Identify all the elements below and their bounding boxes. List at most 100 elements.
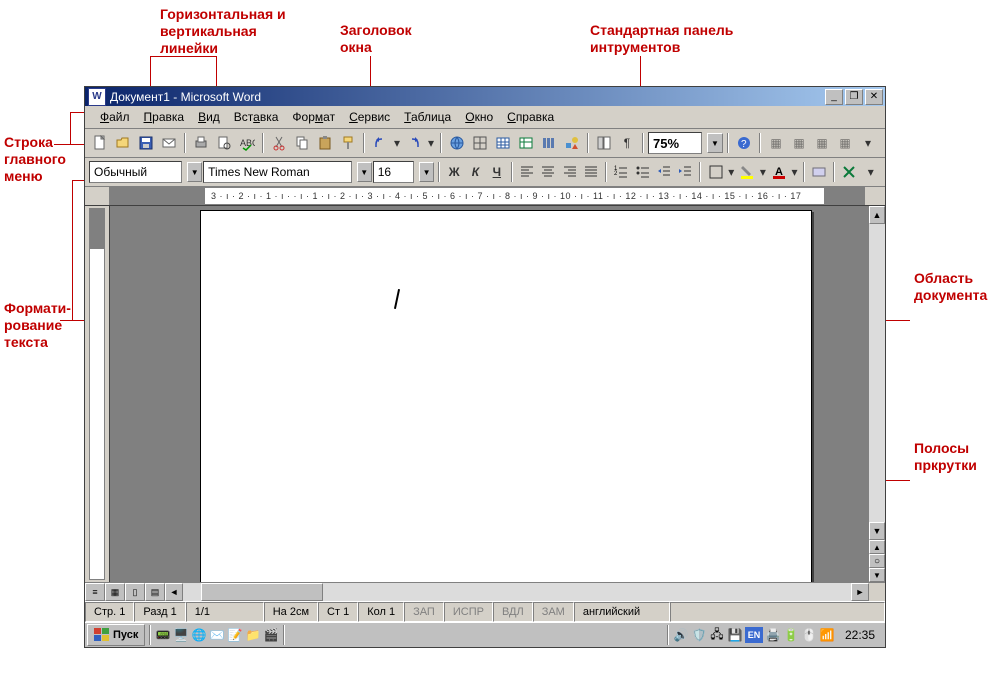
increase-indent-icon[interactable] — [675, 161, 695, 183]
minimize-button[interactable]: _ — [825, 89, 843, 105]
menu-table[interactable]: Таблица — [397, 108, 458, 126]
tray-icon-1[interactable]: 🔊 — [673, 627, 689, 643]
status-language[interactable]: английский — [574, 602, 671, 622]
status-trk[interactable]: ИСПР — [444, 602, 493, 622]
numbering-icon[interactable]: 12 — [611, 161, 631, 183]
borders-icon[interactable] — [705, 161, 725, 183]
zoom-dropdown-icon[interactable]: ▼ — [707, 133, 723, 153]
doc-map-icon[interactable] — [593, 132, 615, 154]
highlight-icon[interactable] — [737, 161, 757, 183]
align-center-icon[interactable] — [538, 161, 558, 183]
tray-clock[interactable]: 22:35 — [837, 628, 883, 642]
hscroll-thumb[interactable] — [201, 583, 323, 601]
menu-edit[interactable]: Правка — [137, 108, 192, 126]
view-print-icon[interactable]: ▯ — [125, 583, 145, 601]
decrease-indent-icon[interactable] — [654, 161, 674, 183]
menu-window[interactable]: Окно — [458, 108, 500, 126]
status-rec[interactable]: ЗАП — [404, 602, 444, 622]
tray-icon-4[interactable]: 💾 — [727, 627, 743, 643]
view-outline-icon[interactable]: ▤ — [145, 583, 165, 601]
scroll-left-icon[interactable]: ◄ — [165, 583, 183, 601]
font-combo[interactable]: Times New Roman — [203, 161, 352, 183]
highlight-dropdown-icon[interactable]: ▾ — [758, 161, 767, 183]
extra-fmt-icon-1[interactable] — [809, 161, 829, 183]
align-left-icon[interactable] — [517, 161, 537, 183]
paste-icon[interactable] — [314, 132, 336, 154]
fontsize-dropdown-icon[interactable]: ▼ — [419, 162, 434, 182]
help-icon[interactable]: ? — [733, 132, 755, 154]
italic-button[interactable]: К — [465, 161, 485, 183]
tray-icon-6[interactable]: 🔋 — [783, 627, 799, 643]
redo-dropdown-icon[interactable]: ▾ — [426, 132, 436, 154]
cut-icon[interactable] — [268, 132, 290, 154]
fontsize-combo[interactable]: 16 — [373, 161, 414, 183]
language-indicator[interactable]: EN — [745, 627, 763, 643]
document-page[interactable] — [200, 210, 812, 582]
undo-dropdown-icon[interactable]: ▾ — [392, 132, 402, 154]
toolbar-options-icon[interactable]: ▾ — [857, 132, 879, 154]
style-combo[interactable]: Обычный — [89, 161, 182, 183]
vertical-scrollbar[interactable]: ▲ ▼ ▲ ○ ▼ — [868, 206, 885, 582]
quick-launch-icon-7[interactable]: 🎬 — [263, 627, 279, 643]
extra-icon-2[interactable]: ▦ — [788, 132, 810, 154]
title-bar[interactable]: W Документ1 - Microsoft Word _ ❐ ✕ — [85, 87, 885, 106]
restore-button[interactable]: ❐ — [845, 89, 863, 105]
status-ext[interactable]: ВДЛ — [493, 602, 533, 622]
print-icon[interactable] — [190, 132, 212, 154]
drawing-icon[interactable] — [561, 132, 583, 154]
horizontal-ruler[interactable]: 3 · ı · 2 · ı · 1 · ı · · ı · 1 · ı · 2 … — [85, 187, 885, 206]
page-viewport[interactable] — [110, 206, 868, 582]
tray-icon-3[interactable]: 🖧 — [709, 627, 725, 643]
view-normal-icon[interactable]: ≡ — [85, 583, 105, 601]
close-button[interactable]: ✕ — [865, 89, 883, 105]
extra-icon-4[interactable]: ▦ — [834, 132, 856, 154]
new-doc-icon[interactable] — [89, 132, 111, 154]
menu-insert[interactable]: Вставка — [227, 108, 286, 126]
scroll-up-icon[interactable]: ▲ — [869, 206, 885, 224]
status-ovr[interactable]: ЗАМ — [533, 602, 574, 622]
align-right-icon[interactable] — [560, 161, 580, 183]
insert-table-icon[interactable] — [492, 132, 514, 154]
browse-object-icon[interactable]: ○ — [869, 554, 885, 568]
columns-icon[interactable] — [538, 132, 560, 154]
align-justify-icon[interactable] — [581, 161, 601, 183]
redo-icon[interactable] — [403, 132, 425, 154]
start-button[interactable]: Пуск — [87, 624, 145, 646]
browse-prev-icon[interactable]: ▲ — [869, 540, 885, 554]
extra-icon-1[interactable]: ▦ — [765, 132, 787, 154]
quick-launch-icon-6[interactable]: 📁 — [245, 627, 261, 643]
quick-launch-icon-5[interactable]: 📝 — [227, 627, 243, 643]
underline-button[interactable]: Ч — [487, 161, 507, 183]
show-hide-icon[interactable]: ¶ — [616, 132, 638, 154]
tray-icon-8[interactable]: 📶 — [819, 627, 835, 643]
borders-dropdown-icon[interactable]: ▾ — [727, 161, 736, 183]
font-color-dropdown-icon[interactable]: ▾ — [790, 161, 799, 183]
font-color-icon[interactable]: A — [769, 161, 789, 183]
tray-icon-2[interactable]: 🛡️ — [691, 627, 707, 643]
horizontal-scrollbar[interactable]: ≡ ▦ ▯ ▤ ◄ ► — [85, 582, 885, 601]
browse-next-icon[interactable]: ▼ — [869, 568, 885, 582]
menu-view[interactable]: Вид — [191, 108, 227, 126]
scroll-right-icon[interactable]: ► — [851, 583, 869, 601]
preview-icon[interactable] — [213, 132, 235, 154]
view-web-icon[interactable]: ▦ — [105, 583, 125, 601]
menu-format[interactable]: Формат — [285, 108, 342, 126]
toolbar-options-2-icon[interactable]: ▾ — [861, 161, 881, 183]
extra-icon-3[interactable]: ▦ — [811, 132, 833, 154]
copy-icon[interactable] — [291, 132, 313, 154]
menu-file[interactable]: Файл — [93, 108, 137, 126]
font-dropdown-icon[interactable]: ▼ — [357, 162, 372, 182]
tray-icon-5[interactable]: 🖨️ — [765, 627, 781, 643]
tables-borders-icon[interactable] — [469, 132, 491, 154]
mail-icon[interactable] — [158, 132, 180, 154]
bullets-icon[interactable] — [632, 161, 652, 183]
open-icon[interactable] — [112, 132, 134, 154]
extra-fmt-icon-2[interactable] — [839, 161, 859, 183]
quick-launch-icon-1[interactable]: 📟 — [155, 627, 171, 643]
hyperlink-icon[interactable] — [446, 132, 468, 154]
undo-icon[interactable] — [369, 132, 391, 154]
spellcheck-icon[interactable]: ABC — [236, 132, 258, 154]
menu-tools[interactable]: Сервис — [342, 108, 397, 126]
insert-worksheet-icon[interactable] — [515, 132, 537, 154]
style-dropdown-icon[interactable]: ▼ — [187, 162, 202, 182]
